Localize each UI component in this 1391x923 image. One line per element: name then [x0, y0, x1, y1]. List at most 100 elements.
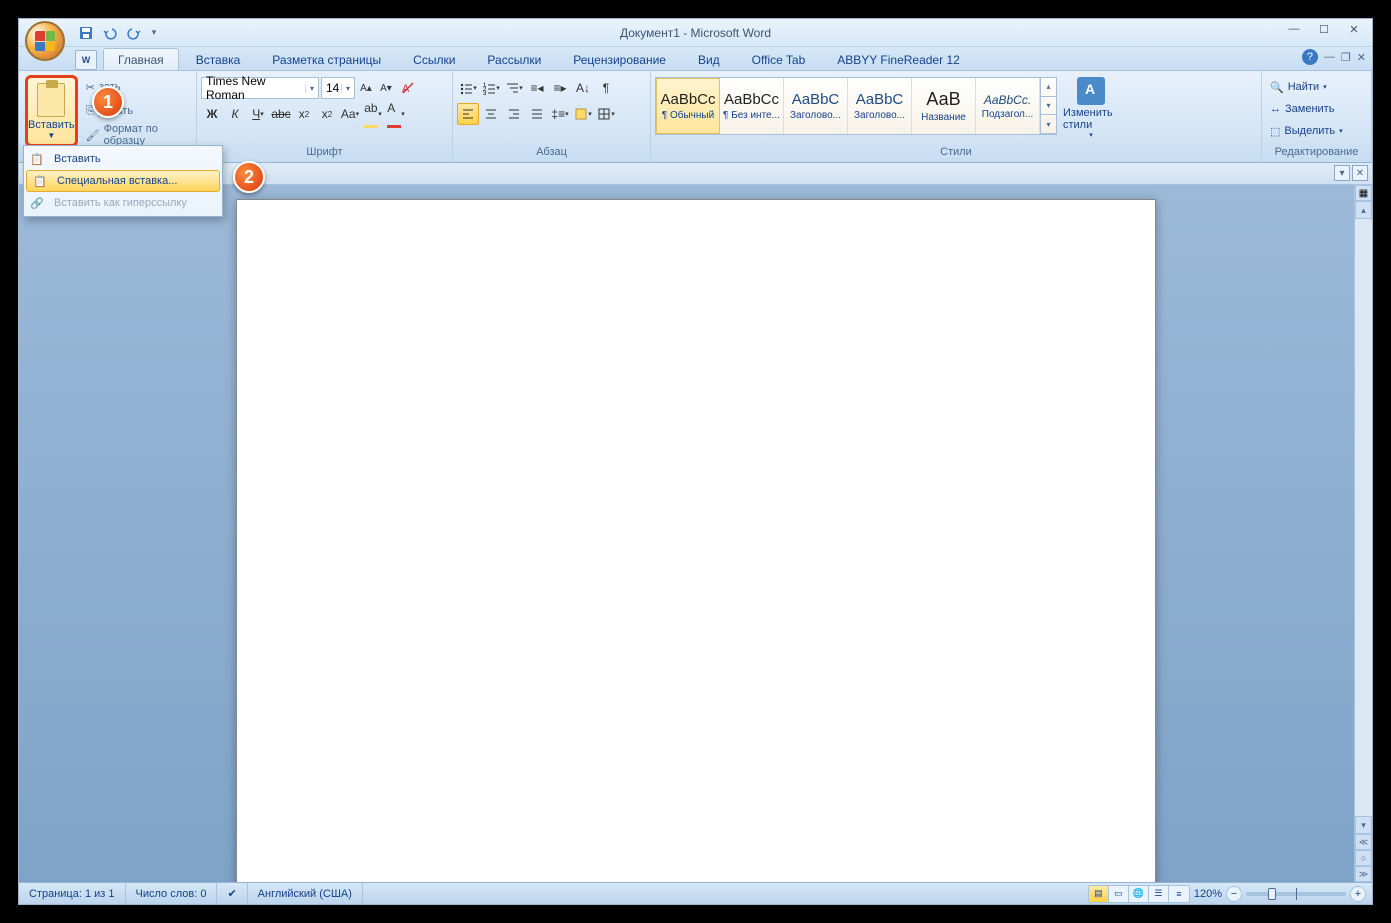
redo-icon[interactable] — [123, 22, 145, 44]
justify-button[interactable] — [526, 103, 548, 125]
tab-review[interactable]: Рецензирование — [558, 48, 681, 70]
gallery-row-up-icon[interactable]: ▴ — [1040, 78, 1056, 97]
zoom-in-button[interactable]: + — [1350, 886, 1366, 902]
multilevel-list-button[interactable]: ▾ — [503, 77, 525, 99]
prev-page-icon[interactable]: ≪ — [1355, 834, 1372, 850]
tab-officetab[interactable]: Office Tab — [737, 48, 821, 70]
highlight-button[interactable]: ab▾ — [362, 103, 384, 125]
style-no-spacing[interactable]: AaBbCc¶ Без инте... — [720, 78, 784, 134]
document-area: ▦ ▴ ▾ ≪ ○ ≫ — [19, 185, 1372, 882]
scroll-down-icon[interactable]: ▾ — [1355, 816, 1372, 834]
bullets-button[interactable]: ▾ — [457, 77, 479, 99]
find-button[interactable]: 🔍Найти▾ — [1266, 77, 1331, 97]
subscript-button[interactable]: x2 — [293, 103, 315, 125]
tab-references[interactable]: Ссылки — [398, 48, 470, 70]
next-page-icon[interactable]: ≫ — [1355, 866, 1372, 882]
spellcheck-icon: ✔ — [227, 887, 236, 900]
mdi-minimize-icon[interactable]: — — [1324, 51, 1335, 63]
line-spacing-button[interactable]: ‡≡▾ — [549, 103, 571, 125]
shading-button[interactable]: ▾ — [572, 103, 594, 125]
italic-button[interactable]: К — [224, 103, 246, 125]
app-window: ▾ Документ1 - Microsoft Word — ☐ ✕ W Гла… — [18, 18, 1373, 905]
change-styles-button[interactable]: Изменить стили ▾ — [1063, 77, 1119, 139]
font-size-combo[interactable]: 14▾ — [321, 77, 355, 99]
print-layout-view-icon[interactable]: ▤ — [1089, 886, 1109, 902]
full-screen-view-icon[interactable]: ▭ — [1109, 886, 1129, 902]
style-heading1[interactable]: AaBbCЗаголово... — [784, 78, 848, 134]
undo-icon[interactable] — [99, 22, 121, 44]
tabbar-close-icon[interactable]: ✕ — [1352, 165, 1368, 181]
shrink-font-icon[interactable]: A▾ — [377, 77, 395, 99]
align-left-button[interactable] — [457, 103, 479, 125]
office-button[interactable] — [25, 21, 65, 61]
tab-home[interactable]: Главная — [103, 48, 179, 70]
clear-formatting-icon[interactable]: A — [397, 77, 419, 99]
change-case-button[interactable]: Aa▾ — [339, 103, 361, 125]
document-page[interactable] — [236, 199, 1156, 882]
browse-object-icon[interactable]: ○ — [1355, 850, 1372, 866]
status-page[interactable]: Страница: 1 из 1 — [19, 883, 126, 904]
menu-paste-special[interactable]: 📋 Специальная вставка... — [26, 170, 220, 192]
zoom-slider[interactable] — [1246, 892, 1346, 896]
tab-mailings[interactable]: Рассылки — [472, 48, 556, 70]
mdi-close-icon[interactable]: ✕ — [1357, 51, 1366, 64]
ruler-toggle-icon[interactable]: ▦ — [1355, 185, 1372, 201]
superscript-button[interactable]: x2 — [316, 103, 338, 125]
tab-layout[interactable]: Разметка страницы — [257, 48, 396, 70]
draft-view-icon[interactable]: ≡ — [1169, 886, 1189, 902]
style-subtitle[interactable]: AaBbCc.Подзагол... — [976, 78, 1040, 134]
scroll-up-icon[interactable]: ▴ — [1355, 201, 1372, 219]
paste-dropdown-arrow[interactable]: ▼ — [47, 131, 55, 140]
decrease-indent-button[interactable]: ≡◂ — [526, 77, 548, 99]
vertical-scrollbar[interactable]: ▦ ▴ ▾ ≪ ○ ≫ — [1354, 185, 1372, 882]
mdi-restore-icon[interactable]: ❐ — [1341, 51, 1351, 64]
tab-view[interactable]: Вид — [683, 48, 735, 70]
qat-customize-icon[interactable]: ▾ — [147, 22, 161, 44]
select-button[interactable]: ⬚Выделить▾ — [1266, 121, 1347, 141]
tabbar-dropdown-icon[interactable]: ▾ — [1334, 165, 1350, 181]
gallery-row-down-icon[interactable]: ▾ — [1040, 97, 1056, 116]
bold-button[interactable]: Ж — [201, 103, 223, 125]
tab-abbyy[interactable]: ABBYY FineReader 12 — [822, 48, 975, 70]
font-name-combo[interactable]: Times New Roman▾ — [201, 77, 319, 99]
font-color-button[interactable]: A▾ — [385, 103, 407, 125]
menu-paste[interactable]: 📋 Вставить — [24, 148, 222, 170]
increase-indent-button[interactable]: ≡▸ — [549, 77, 571, 99]
status-spellcheck[interactable]: ✔ — [217, 883, 247, 904]
strikethrough-button[interactable]: abc — [270, 103, 292, 125]
help-icon[interactable]: ? — [1302, 49, 1318, 65]
close-button[interactable]: ✕ — [1340, 19, 1368, 39]
status-language[interactable]: Английский (США) — [248, 883, 363, 904]
replace-icon: ↔ — [1270, 103, 1281, 115]
align-right-button[interactable] — [503, 103, 525, 125]
align-center-button[interactable] — [480, 103, 502, 125]
show-marks-button[interactable]: ¶ — [595, 77, 617, 99]
paste-button[interactable]: Вставить ▼ 1 — [25, 75, 78, 147]
word-doc-icon[interactable]: W — [75, 50, 97, 70]
style-title[interactable]: АаВНазвание — [912, 78, 976, 134]
zoom-out-button[interactable]: − — [1226, 886, 1242, 902]
grow-font-icon[interactable]: A▴ — [357, 77, 375, 99]
web-layout-view-icon[interactable]: 🌐 — [1129, 886, 1149, 902]
status-word-count[interactable]: Число слов: 0 — [126, 883, 218, 904]
borders-button[interactable]: ▾ — [595, 103, 617, 125]
scroll-track[interactable] — [1355, 219, 1372, 816]
save-icon[interactable] — [75, 22, 97, 44]
maximize-button[interactable]: ☐ — [1310, 19, 1338, 39]
ribbon-tabs: W Главная Вставка Разметка страницы Ссыл… — [19, 47, 1372, 71]
replace-button[interactable]: ↔Заменить — [1266, 99, 1338, 119]
style-heading2[interactable]: AaBbCЗаголово... — [848, 78, 912, 134]
paste-small-icon: 📋 — [28, 150, 46, 168]
style-normal[interactable]: AaBbCc¶ Обычный — [656, 78, 720, 134]
tab-insert[interactable]: Вставка — [181, 48, 256, 70]
sort-button[interactable]: A↓ — [572, 77, 594, 99]
gallery-more-icon[interactable]: ▾ — [1040, 115, 1056, 134]
paste-link-icon: 🔗 — [28, 194, 46, 212]
underline-button[interactable]: Ч▾ — [247, 103, 269, 125]
zoom-thumb[interactable] — [1268, 888, 1276, 900]
outline-view-icon[interactable]: ☰ — [1149, 886, 1169, 902]
zoom-level[interactable]: 120% — [1194, 888, 1222, 900]
format-painter-button[interactable]: 🖌Формат по образцу — [82, 125, 192, 145]
numbering-button[interactable]: 123▾ — [480, 77, 502, 99]
minimize-button[interactable]: — — [1280, 19, 1308, 39]
